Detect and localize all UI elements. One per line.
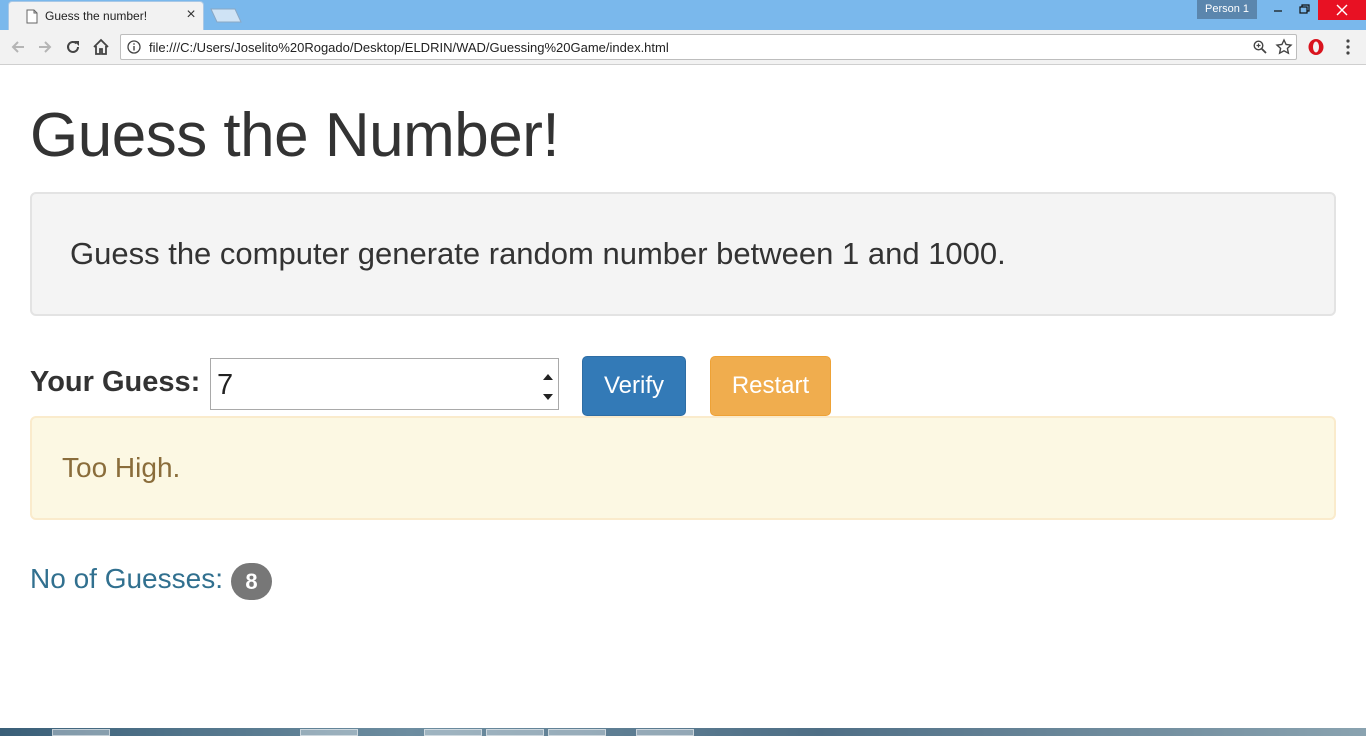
instructions-text: Guess the computer generate random numbe…	[70, 236, 1006, 271]
opera-icon[interactable]	[1306, 37, 1326, 57]
guess-label: Your Guess:	[30, 366, 201, 398]
guess-count-label: No of Guesses:	[30, 563, 223, 594]
instructions-panel: Guess the computer generate random numbe…	[30, 192, 1336, 316]
taskbar-item[interactable]	[300, 729, 358, 736]
star-icon[interactable]	[1275, 38, 1293, 56]
tab-title: Guess the number!	[45, 9, 148, 23]
home-icon[interactable]	[92, 38, 110, 56]
minimize-icon[interactable]	[1265, 0, 1291, 20]
url-text[interactable]: file:///C:/Users/Joselito%20Rogado/Deskt…	[149, 40, 669, 55]
verify-button[interactable]: Verify	[582, 356, 686, 416]
feedback-alert: Too High.	[30, 416, 1336, 520]
browser-titlebar: Guess the number! × Person 1	[0, 0, 1366, 30]
guess-value[interactable]: 7	[217, 369, 233, 402]
spin-down-icon[interactable]	[541, 389, 555, 400]
info-icon[interactable]	[127, 40, 141, 54]
taskbar-item[interactable]	[52, 729, 110, 736]
window-close-icon[interactable]	[1318, 0, 1366, 20]
reload-icon[interactable]	[64, 38, 82, 56]
restore-icon[interactable]	[1291, 0, 1317, 20]
profile-button[interactable]: Person 1	[1197, 0, 1257, 19]
taskbar-item[interactable]	[548, 729, 606, 736]
taskbar-item[interactable]	[636, 729, 694, 736]
restart-button[interactable]: Restart	[710, 356, 831, 416]
browser-toolbar: file:///C:/Users/Joselito%20Rogado/Deskt…	[0, 30, 1366, 65]
page-icon	[25, 9, 39, 24]
zoom-icon[interactable]	[1253, 40, 1267, 54]
address-bar[interactable]: file:///C:/Users/Joselito%20Rogado/Deskt…	[120, 34, 1297, 60]
close-icon[interactable]: ×	[183, 7, 199, 23]
new-tab-button[interactable]	[210, 8, 242, 23]
back-arrow-icon[interactable]	[9, 38, 27, 56]
taskbar-item[interactable]	[486, 729, 544, 736]
feedback-text: Too High.	[62, 452, 181, 483]
menu-icon[interactable]	[1340, 38, 1356, 56]
browser-tab[interactable]: Guess the number! ×	[8, 1, 204, 30]
forward-arrow-icon[interactable]	[36, 38, 54, 56]
taskbar-item[interactable]	[424, 729, 482, 736]
guess-count-badge: 8	[231, 563, 272, 600]
page-title: Guess the Number!	[30, 101, 560, 170]
spin-up-icon[interactable]	[541, 369, 555, 380]
guess-input[interactable]: 7	[210, 358, 559, 410]
